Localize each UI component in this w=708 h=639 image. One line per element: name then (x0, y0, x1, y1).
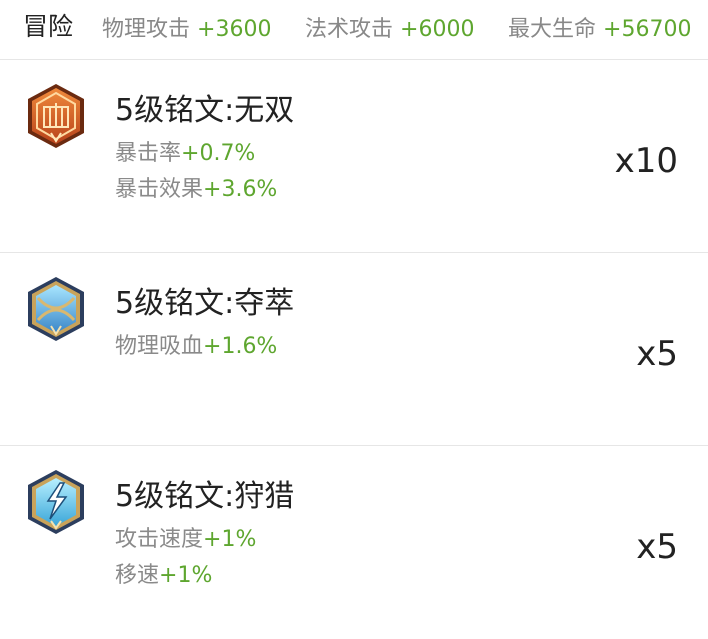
inscription-name: 5级铭文:夺萃 (115, 286, 295, 321)
stats-header: 冒险 物理攻击 +3600 法术攻击 +6000 最大生命 +56700 (0, 0, 708, 60)
stat-label: 物理攻击 (102, 17, 191, 42)
inscription-attr: 移速+1% (115, 557, 212, 589)
attr-value: +1% (203, 527, 257, 552)
inscription-attr: 物理吸血+1.6% (115, 328, 277, 360)
blue-inscription-icon (26, 276, 86, 342)
orange-inscription-icon (26, 83, 86, 149)
attr-value: +3.6% (203, 177, 278, 202)
inscription-attr: 暴击效果+3.6% (115, 171, 277, 203)
attr-label: 物理吸血 (115, 334, 204, 359)
inscription-count: x10 (614, 141, 678, 181)
stat-magic-attack: 法术攻击 +6000 (305, 11, 474, 43)
stat-physical-attack: 物理攻击 +3600 (102, 11, 271, 43)
attr-label: 移速 (115, 563, 160, 588)
attr-value: +1% (159, 563, 213, 588)
attr-value: +0.7% (181, 141, 256, 166)
stat-value: +6000 (400, 17, 475, 42)
stat-label: 最大生命 (508, 17, 597, 42)
inscription-name: 5级铭文:无双 (115, 93, 295, 128)
stat-label: 法术攻击 (305, 17, 394, 42)
inscription-row[interactable]: 5级铭文:夺萃 物理吸血+1.6% x5 (0, 254, 708, 446)
attr-label: 暴击效果 (115, 177, 204, 202)
inscription-row[interactable]: 5级铭文:狩猎 攻击速度+1% 移速+1% x5 (0, 447, 708, 639)
stat-max-hp: 最大生命 +56700 (508, 11, 691, 43)
stat-value: +3600 (197, 17, 272, 42)
attr-label: 攻击速度 (115, 527, 204, 552)
inscription-row[interactable]: 5级铭文:无双 暴击率+0.7% 暴击效果+3.6% x10 (0, 61, 708, 253)
stat-value: +56700 (603, 17, 692, 42)
mode-title: 冒险 (23, 12, 74, 41)
inscription-attr: 攻击速度+1% (115, 521, 256, 553)
inscription-count: x5 (636, 334, 678, 374)
attr-value: +1.6% (203, 334, 278, 359)
inscription-attr: 暴击率+0.7% (115, 135, 255, 167)
attr-label: 暴击率 (115, 141, 182, 166)
inscription-count: x5 (636, 527, 678, 567)
blue-lightning-inscription-icon (26, 469, 86, 535)
inscription-name: 5级铭文:狩猎 (115, 479, 295, 514)
